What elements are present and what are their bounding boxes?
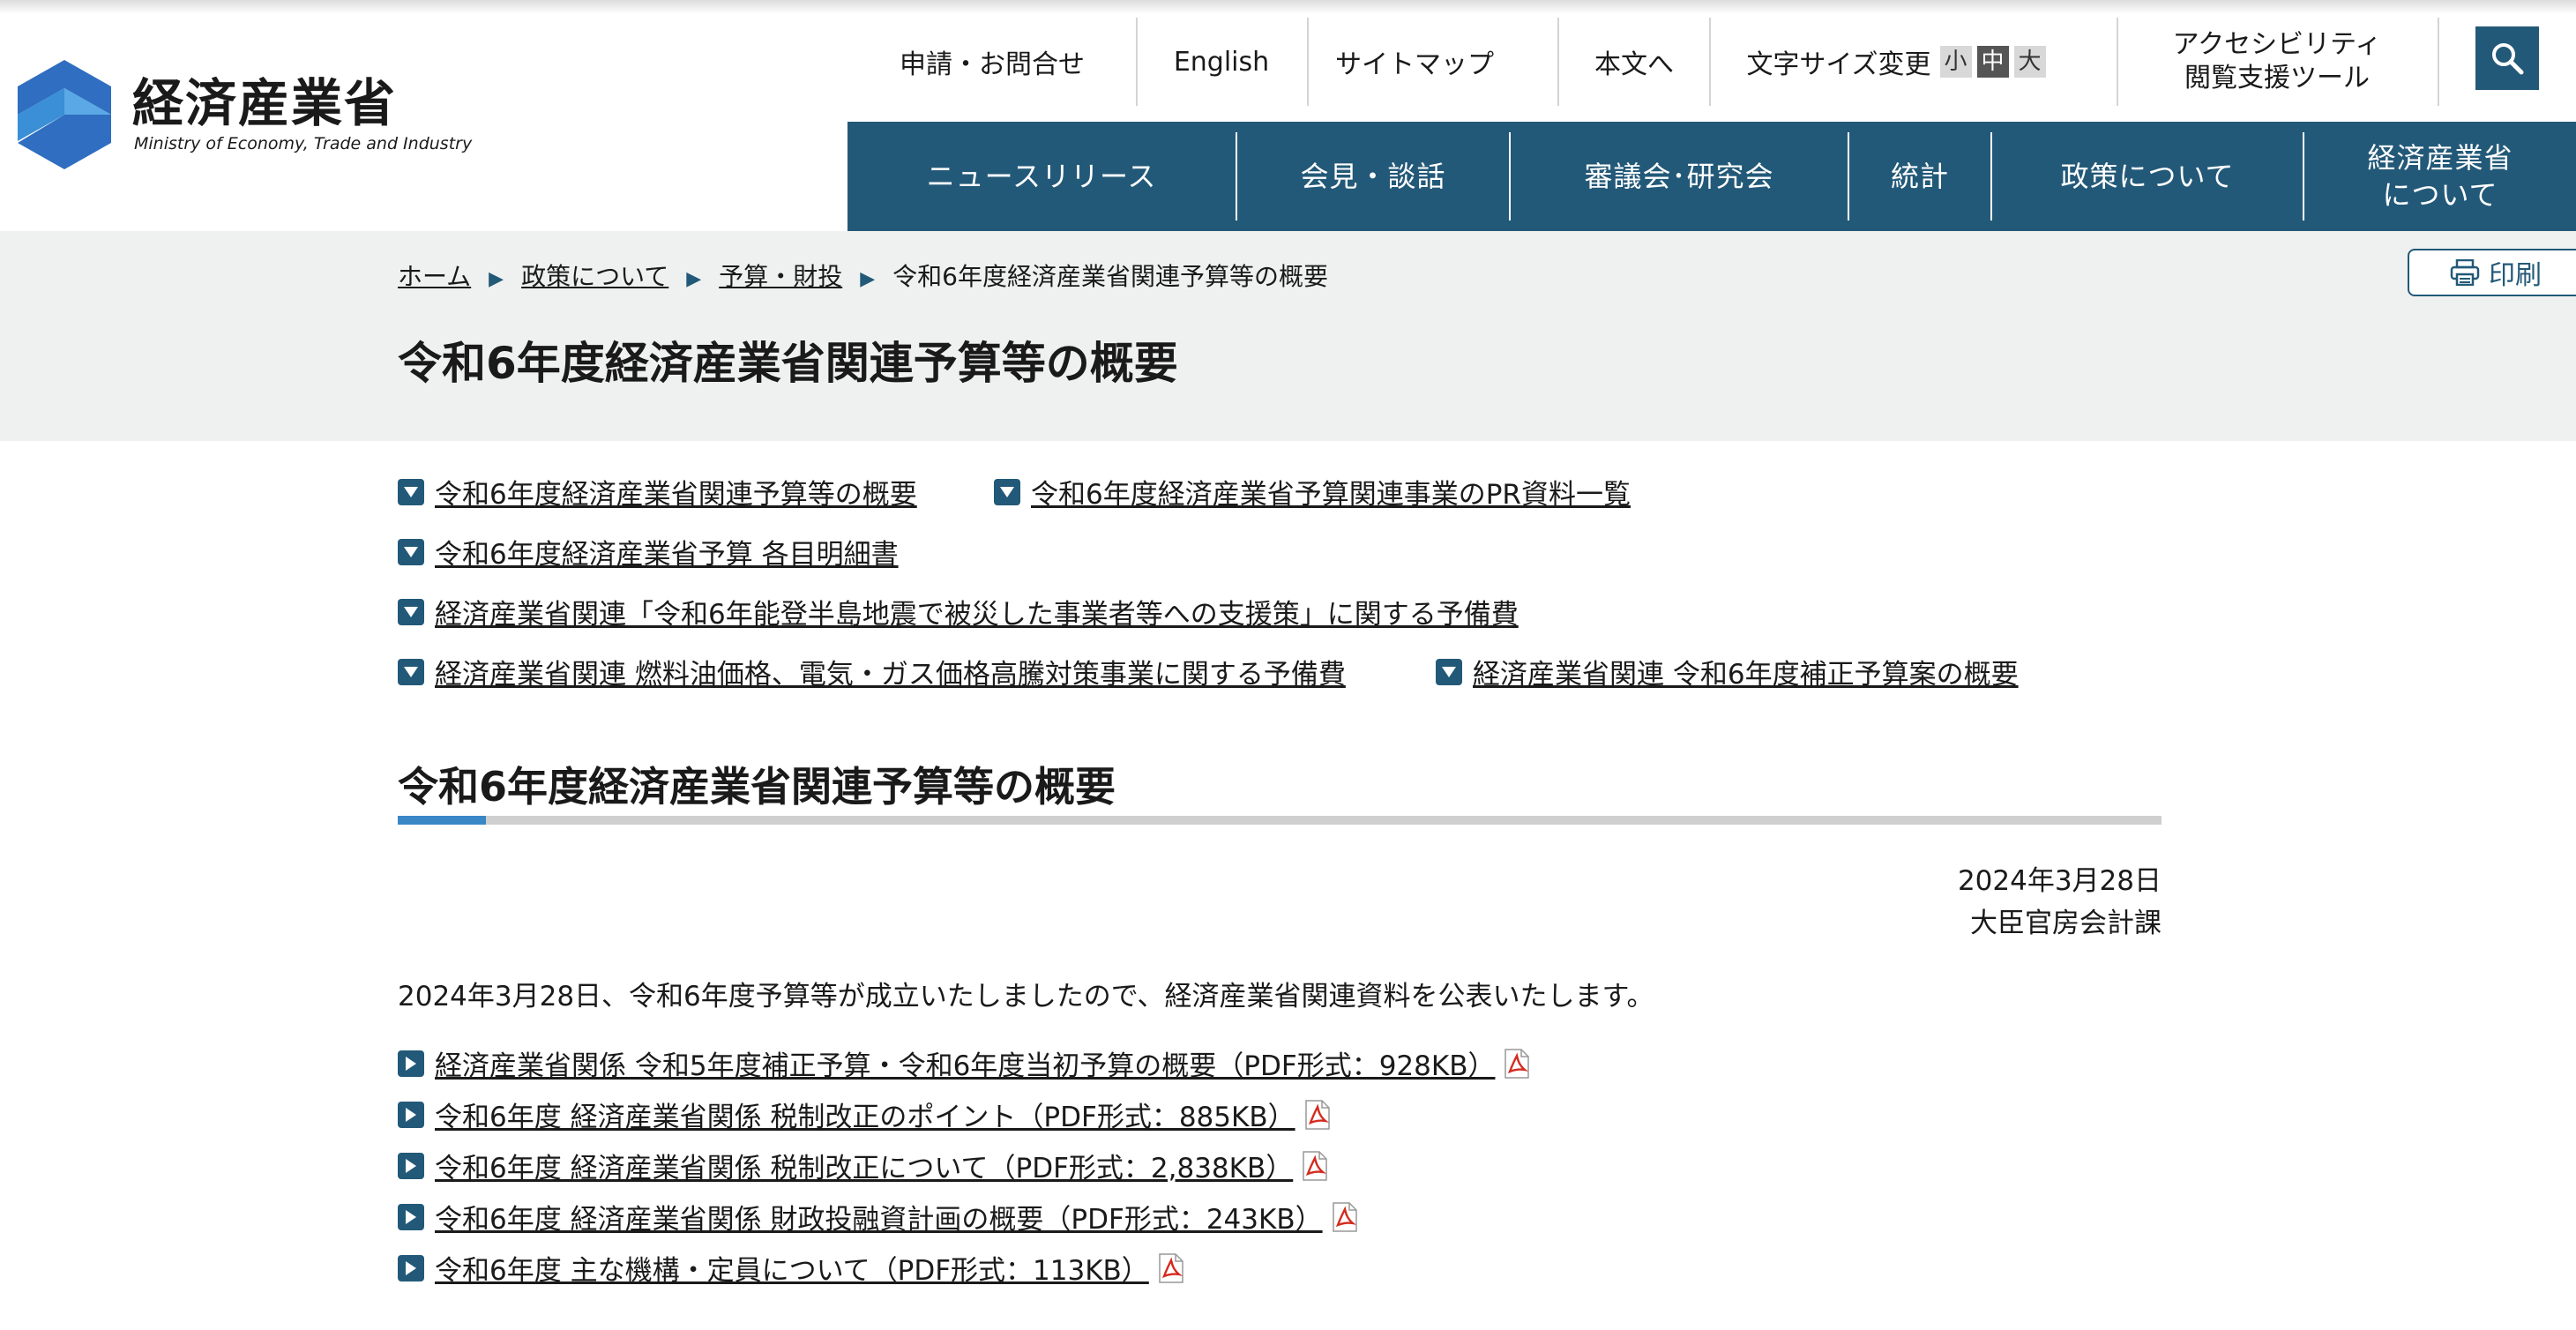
nav-news-release[interactable]: ニュースリリース [847,122,1236,231]
triangle-down-icon [398,478,424,505]
triangle-right-icon [398,1050,424,1077]
contact-link[interactable]: 申請・お問合せ [864,18,1120,106]
breadcrumb-policy-link[interactable]: 政策について [521,262,668,291]
nav-statistics[interactable]: 統計 [1849,122,1990,231]
printer-icon [2450,259,2480,286]
font-size-switcher: 文字サイズ変更 小 中 大 [1711,18,2081,106]
document-link[interactable]: 経済産業省関係 令和5年度補正予算・令和6年度当初予算の概要（PDF形式：928… [398,1043,1532,1083]
pdf-icon [1505,1048,1530,1079]
nav-about-line2: について [2382,178,2498,212]
nav-about-line1: 経済産業省 [2367,141,2513,175]
skip-to-main-link[interactable]: 本文へ [1559,18,1709,106]
triangle-down-icon [398,538,424,565]
nav-press-conference[interactable]: 会見・談話 [1237,122,1509,231]
title-band: ホーム ▶ 政策について ▶ 予算・財投 ▶ 令和6年度経済産業省関連予算等の概要 印刷 令… [0,231,2576,441]
triangle-down-icon [398,598,424,625]
meti-logo-mark [18,60,111,169]
english-link[interactable]: English [1138,18,1305,106]
anchor-link-supplementary[interactable]: 経済産業省関連 令和6年度補正予算案の概要 [1436,652,2019,691]
font-size-label: 文字サイズ変更 [1746,49,1931,80]
pdf-icon [1159,1252,1183,1283]
document-link[interactable]: 令和6年度 経済産業省関係 財政投融資計画の概要（PDF形式：243KB） [398,1197,1360,1237]
section-heading: 令和6年度経済産業省関連予算等の概要 [398,763,1116,811]
triangle-right-icon: ▶ [860,268,876,290]
anchor-link-label[interactable]: 経済産業省関連 燃料油価格、電気・ガス価格高騰対策事業に関する予備費 [435,652,1346,691]
util-divider [2438,18,2439,106]
accessibility-label-line1: アクセシビリティ [2172,29,2382,60]
intro-text: 2024年3月28日、令和6年度予算等が成立いたしましたので、経済産業省関連資料… [398,981,1654,1012]
document-link[interactable]: 令和6年度 主な機構・定員について（PDF形式：113KB） [398,1248,1186,1288]
print-button[interactable]: 印刷 [2408,249,2576,296]
triangle-right-icon [398,1254,424,1281]
anchor-link-label[interactable]: 令和6年度経済産業省関連予算等の概要 [435,472,917,512]
accessibility-tool-link[interactable]: アクセシビリティ 閲覧支援ツール [2118,18,2436,106]
breadcrumb-current: 令和6年度経済産業省関連予算等の概要 [892,262,1328,291]
print-label: 印刷 [2489,260,2542,291]
document-link-label[interactable]: 経済産業省関係 令和5年度補正予算・令和6年度当初予算の概要（PDF形式：928… [435,1043,1495,1083]
pdf-icon [1332,1201,1357,1232]
anchor-link-noto-reserve[interactable]: 経済産業省関連「令和6年能登半島地震で被災した事業者等への支援策」に関する予備費 [398,592,1519,631]
document-link[interactable]: 令和6年度 経済産業省関係 税制改正のポイント（PDF形式：885KB） [398,1095,1333,1134]
publication-date: 2024年3月28日 [1957,865,2162,897]
anchor-link-label[interactable]: 令和6年度経済産業省予算関連事業のPR資料一覧 [1031,472,1631,512]
nav-councils[interactable]: 審議会･研究会 [1511,122,1848,231]
logo-title: 経済産業省 [132,73,398,133]
search-button[interactable] [2475,26,2539,90]
triangle-right-icon: ▶ [489,268,504,290]
triangle-right-icon: ▶ [686,268,702,290]
publication-info: 2024年3月28日 大臣官房会計課 [1587,860,2162,945]
site-logo[interactable]: 経済産業省 Ministry of Economy, Trade and Ind… [18,60,472,175]
document-link-label[interactable]: 令和6年度 経済産業省関係 税制改正のポイント（PDF形式：885KB） [435,1095,1295,1134]
breadcrumb-home-link[interactable]: ホーム [398,262,471,291]
page-title: 令和6年度経済産業省関連予算等の概要 [398,338,1178,389]
triangle-right-icon [398,1203,424,1230]
triangle-right-icon [398,1101,424,1128]
nav-about-meti[interactable]: 経済産業省 について [2304,122,2576,231]
accessibility-label-line2: 閲覧支援ツール [2184,63,2370,93]
pdf-icon [1303,1150,1327,1181]
document-link-label[interactable]: 令和6年度 経済産業省関係 税制改正について（PDF形式：2,838KB） [435,1146,1293,1185]
publishing-department: 大臣官房会計課 [1970,908,2162,939]
site-header: 経済産業省 Ministry of Economy, Trade and Ind… [0,0,2576,231]
document-link-label[interactable]: 令和6年度 経済産業省関係 財政投融資計画の概要（PDF形式：243KB） [435,1197,1323,1237]
breadcrumb-budget-link[interactable]: 予算・財投 [719,262,842,291]
triangle-down-icon [994,478,1020,505]
triangle-right-icon [398,1152,424,1179]
heading-underline [398,816,2162,825]
main-nav: ニュースリリース 会見・談話 審議会･研究会 統計 政策について 経済産業省 に… [847,122,2576,231]
font-size-large-button[interactable]: 大 [2013,46,2046,78]
document-link-label[interactable]: 令和6年度 主な機構・定員について（PDF形式：113KB） [435,1248,1149,1288]
pdf-icon [1304,1099,1330,1130]
sitemap-link[interactable]: サイトマップ [1309,18,1520,106]
document-link[interactable]: 令和6年度 経済産業省関係 税制改正について（PDF形式：2,838KB） [398,1146,1330,1185]
anchor-link-label[interactable]: 令和6年度経済産業省予算 各目明細書 [435,532,899,572]
breadcrumb: ホーム ▶ 政策について ▶ 予算・財投 ▶ 令和6年度経済産業省関連予算等の概要 [398,258,1328,293]
font-size-medium-button[interactable]: 中 [1976,46,2009,78]
triangle-down-icon [398,658,424,685]
anchor-link-label[interactable]: 経済産業省関連「令和6年能登半島地震で被災した事業者等への支援策」に関する予備費 [435,592,1519,631]
font-size-small-button[interactable]: 小 [1939,46,1972,78]
anchor-link-overview[interactable]: 令和6年度経済産業省関連予算等の概要 [398,472,917,512]
logo-subtitle: Ministry of Economy, Trade and Industry [134,134,473,153]
anchor-link-pr-materials[interactable]: 令和6年度経済産業省予算関連事業のPR資料一覧 [994,472,1631,512]
anchor-link-fuel-reserve[interactable]: 経済産業省関連 燃料油価格、電気・ガス価格高騰対策事業に関する予備費 [398,652,1346,691]
anchor-link-label[interactable]: 経済産業省関連 令和6年度補正予算案の概要 [1473,652,2019,691]
heading-underline-accent [398,816,486,825]
anchor-link-itemized[interactable]: 令和6年度経済産業省予算 各目明細書 [398,532,899,572]
triangle-down-icon [1436,658,1462,685]
search-icon [2492,43,2524,75]
top-shadow [0,0,2576,14]
nav-policy[interactable]: 政策について [1992,122,2303,231]
